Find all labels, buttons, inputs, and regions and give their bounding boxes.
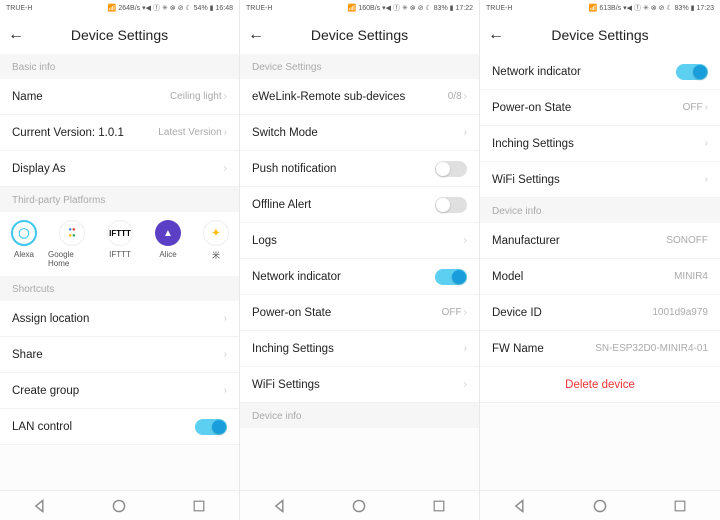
platform-ifttt[interactable]: IFTTTIFTTT: [96, 220, 144, 268]
toggle[interactable]: [195, 419, 227, 435]
android-navbar[interactable]: [240, 490, 479, 520]
platforms-row[interactable]: ◯Alexa●●●●Google HomeIFTTTIFTTT▲Alice✦米: [0, 212, 239, 276]
android-navbar[interactable]: [480, 490, 720, 520]
nav-back[interactable]: [511, 497, 529, 515]
row-logs[interactable]: Logs›: [240, 223, 479, 259]
status-bar: TRUE-H📶 613B/s▾◀ ⓕ ✳ ⊗ ⊘ ☾83% ▮17:23: [480, 0, 720, 16]
nav-back[interactable]: [31, 497, 49, 515]
nav-home[interactable]: [591, 497, 609, 515]
row-offline-alert[interactable]: Offline Alert: [240, 187, 479, 223]
section-label: Basic info: [0, 54, 239, 79]
nav-recent[interactable]: [430, 497, 448, 515]
android-navbar[interactable]: [0, 490, 239, 520]
row-fw-name: FW NameSN-ESP32D0-MINIR4-01: [480, 331, 720, 367]
row-share[interactable]: Share›: [0, 337, 239, 373]
row-inching-settings[interactable]: Inching Settings›: [240, 331, 479, 367]
row-switch-mode[interactable]: Switch Mode›: [240, 115, 479, 151]
nav-recent[interactable]: [190, 497, 208, 515]
platform-alexa[interactable]: ◯Alexa: [0, 220, 48, 268]
row-power-on-state[interactable]: Power-on StateOFF›: [240, 295, 479, 331]
row-current-version-1-0-1[interactable]: Current Version: 1.0.1Latest Version›: [0, 115, 239, 151]
row-network-indicator[interactable]: Network indicator: [480, 54, 720, 90]
toggle[interactable]: [435, 197, 467, 213]
row-display-as[interactable]: Display As›: [0, 151, 239, 187]
row-delete-device[interactable]: Delete device: [480, 367, 720, 403]
row-model: ModelMINIR4: [480, 259, 720, 295]
page-title: Device Settings: [8, 27, 231, 43]
section-label: Device Settings: [240, 54, 479, 79]
row-create-group[interactable]: Create group›: [0, 373, 239, 409]
nav-recent[interactable]: [671, 497, 689, 515]
page-title: Device Settings: [488, 27, 712, 43]
page-title: Device Settings: [248, 27, 471, 43]
row-manufacturer: ManufacturerSONOFF: [480, 223, 720, 259]
toggle[interactable]: [435, 161, 467, 177]
row-assign-location[interactable]: Assign location›: [0, 301, 239, 337]
row-power-on-state[interactable]: Power-on StateOFF›: [480, 90, 720, 126]
status-bar: TRUE-H📶 160B/s▾◀ ⓕ ✳ ⊗ ⊘ ☾83% ▮17:22: [240, 0, 479, 16]
section-label: Device info: [240, 403, 479, 428]
row-inching-settings[interactable]: Inching Settings›: [480, 126, 720, 162]
status-bar: TRUE-H📶 264B/s▾◀ ⓕ ✳ ⊗ ⊘ ☾54% ▮16:48: [0, 0, 239, 16]
section-label: Device info: [480, 198, 720, 223]
row-network-indicator[interactable]: Network indicator: [240, 259, 479, 295]
section-label: Shortcuts: [0, 276, 239, 301]
row-wifi-settings[interactable]: WiFi Settings›: [480, 162, 720, 198]
row-name[interactable]: NameCeiling light›: [0, 79, 239, 115]
nav-home[interactable]: [350, 497, 368, 515]
toggle[interactable]: [676, 64, 708, 80]
platform-米[interactable]: ✦米: [192, 220, 239, 268]
toggle[interactable]: [435, 269, 467, 285]
nav-back[interactable]: [271, 497, 289, 515]
row-ewelink-remote-sub-devices[interactable]: eWeLink-Remote sub-devices0/8›: [240, 79, 479, 115]
platform-google-home[interactable]: ●●●●Google Home: [48, 220, 96, 268]
row-wifi-settings[interactable]: WiFi Settings›: [240, 367, 479, 403]
nav-home[interactable]: [110, 497, 128, 515]
row-push-notification[interactable]: Push notification: [240, 151, 479, 187]
row-device-id: Device ID1001d9a979: [480, 295, 720, 331]
section-label: Third-party Platforms: [0, 187, 239, 212]
row-lan-control[interactable]: LAN control: [0, 409, 239, 445]
platform-alice[interactable]: ▲Alice: [144, 220, 192, 268]
